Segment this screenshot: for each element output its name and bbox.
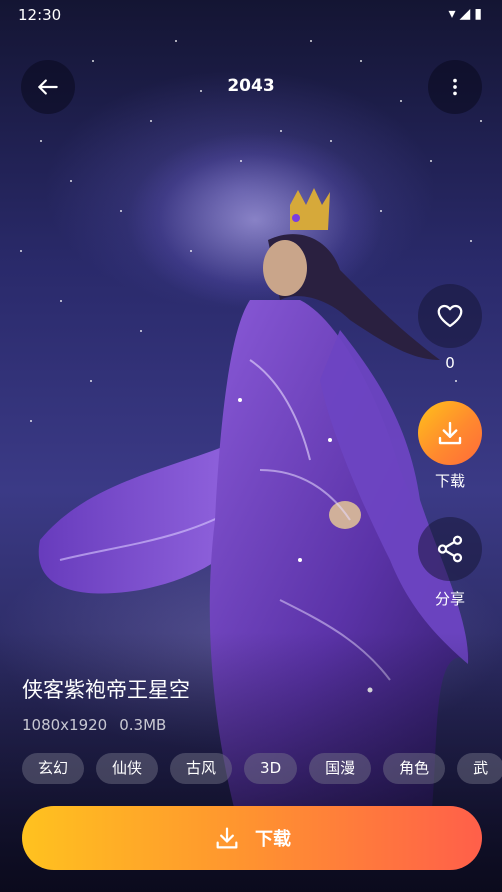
tag-chip[interactable]: 武	[457, 753, 502, 784]
wallpaper-size: 0.3MB	[119, 716, 167, 734]
tag-chip[interactable]: 角色	[383, 753, 446, 784]
tag-chip[interactable]: 国漫	[309, 753, 372, 784]
wallpaper-detail-screen: 12:30 ▾◢▮ 2043 0 下载 分享 侠客紫袍帝王星空 1080x192…	[0, 0, 502, 892]
download-side-label: 下载	[434, 472, 465, 490]
download-icon	[216, 827, 238, 849]
favorite-count: 0	[445, 354, 455, 372]
page-title: 2043	[227, 76, 275, 96]
more-options-button[interactable]	[428, 60, 482, 114]
wifi-icon: ▾	[448, 6, 460, 22]
share-icon	[437, 535, 463, 563]
download-icon	[438, 421, 462, 445]
tag-chip[interactable]: 仙侠	[96, 753, 159, 784]
wallpaper-resolution: 1080x1920	[22, 716, 108, 734]
download-button-label: 下载	[255, 829, 291, 850]
signal-icon: ◢	[459, 6, 475, 22]
wallpaper-meta: 1080x1920 0.3MB	[22, 716, 166, 734]
download-button[interactable]: 下载	[22, 806, 482, 870]
tag-chip[interactable]: 玄幻	[22, 753, 85, 784]
more-vertical-icon	[453, 78, 457, 96]
heart-icon	[437, 304, 463, 328]
share-button[interactable]	[418, 517, 482, 581]
status-icons: ▾◢▮	[448, 6, 486, 22]
tag-chip[interactable]: 3D	[244, 753, 298, 784]
wallpaper-title: 侠客紫袍帝王星空	[22, 678, 190, 702]
status-time: 12:30	[18, 6, 62, 24]
tag-chip[interactable]: 古风	[170, 753, 233, 784]
tag-list: 玄幻 仙侠 古风 3D 国漫 角色 武	[22, 753, 502, 785]
battery-icon: ▮	[474, 6, 486, 22]
download-side-button[interactable]	[418, 401, 482, 465]
share-label: 分享	[434, 590, 465, 608]
favorite-button[interactable]	[418, 284, 482, 348]
status-bar: 12:30 ▾◢▮	[0, 0, 502, 30]
